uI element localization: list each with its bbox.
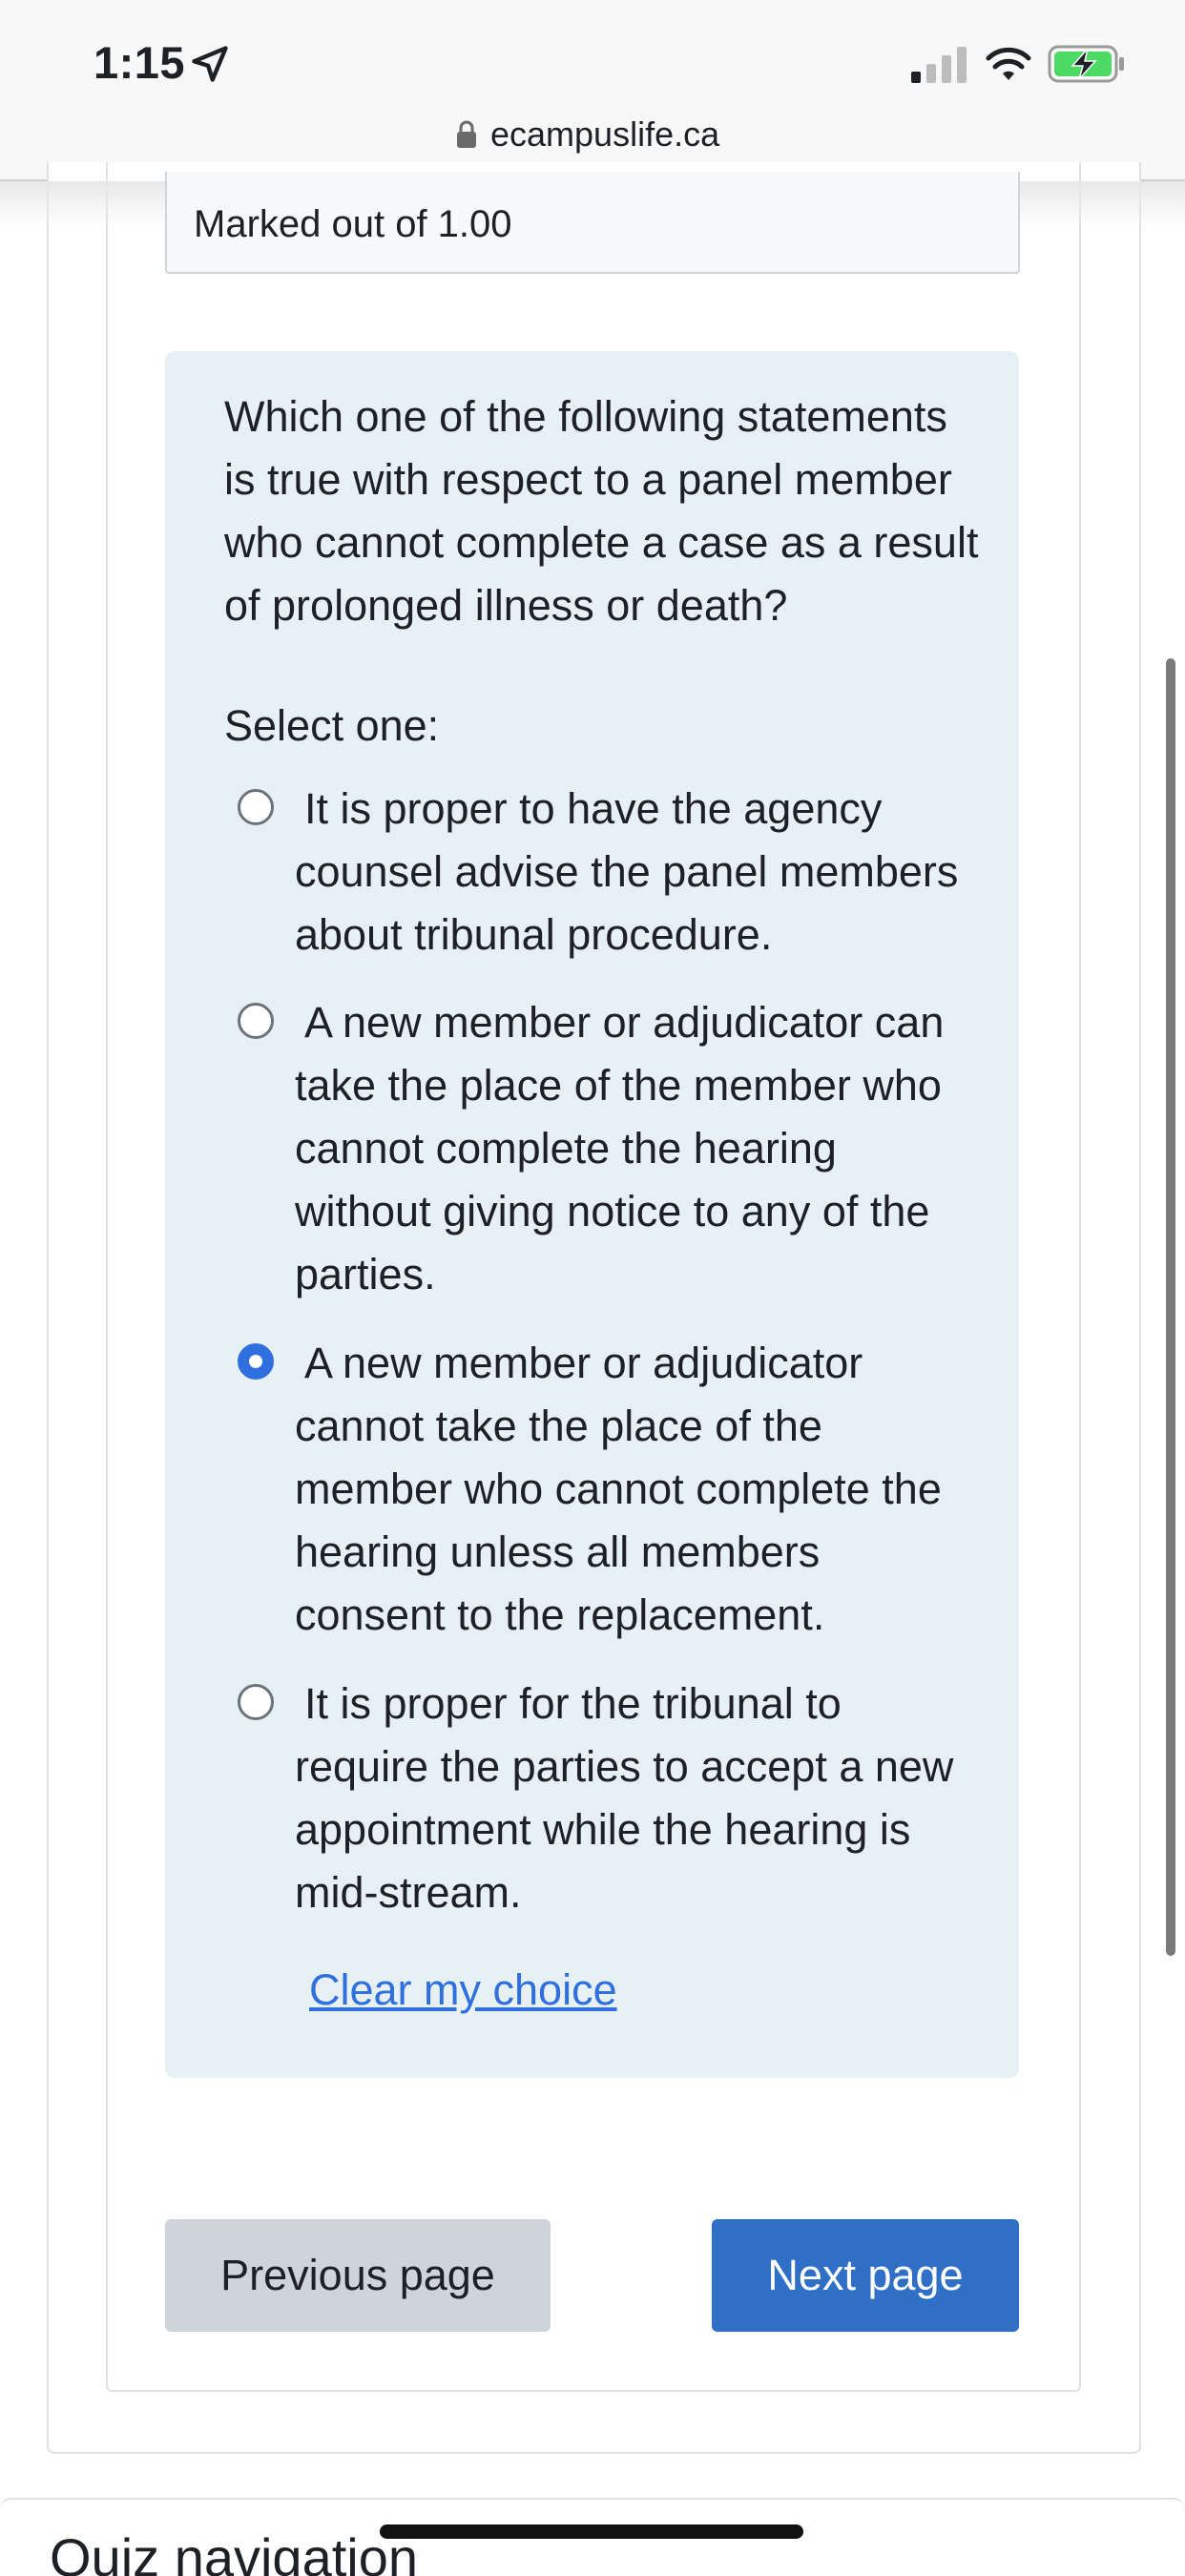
- url-text[interactable]: ecampuslife.ca: [490, 114, 719, 155]
- clear-my-choice-link[interactable]: Clear my choice: [309, 1965, 617, 2015]
- scrollbar[interactable]: [1166, 658, 1175, 1956]
- option-2-radio[interactable]: [238, 1003, 274, 1039]
- question-info-box: Marked out of 1.00: [165, 172, 1020, 274]
- marked-out-of-text: Marked out of 1.00: [194, 203, 512, 245]
- battery-charging-icon: [1048, 45, 1124, 83]
- option-1-label[interactable]: It is proper to have the agency counsel …: [295, 778, 982, 966]
- previous-page-button[interactable]: Previous page: [165, 2219, 551, 2332]
- option-3-label[interactable]: A new member or adjudicator cannot take …: [295, 1332, 982, 1647]
- quiz-navigation-heading: Quiz navigation: [50, 2527, 419, 2576]
- next-page-button[interactable]: Next page: [712, 2219, 1019, 2332]
- option-1-radio[interactable]: [238, 789, 274, 825]
- select-one-label: Select one:: [224, 701, 440, 750]
- home-indicator[interactable]: [380, 2524, 803, 2539]
- option-4-radio[interactable]: [238, 1684, 274, 1720]
- lock-icon: [457, 120, 476, 148]
- question-text: Which one of the following statements is…: [224, 392, 979, 630]
- location-arrow-icon: [192, 46, 228, 82]
- cellular-signal-icon: [911, 47, 967, 83]
- option-4-label[interactable]: It is proper for the tribunal to require…: [295, 1672, 982, 1924]
- option-2-label[interactable]: A new member or adjudicator can take the…: [295, 991, 982, 1306]
- status-time: 1:15: [94, 37, 186, 88]
- option-3-radio[interactable]: [238, 1343, 274, 1380]
- wifi-icon: [986, 47, 1031, 80]
